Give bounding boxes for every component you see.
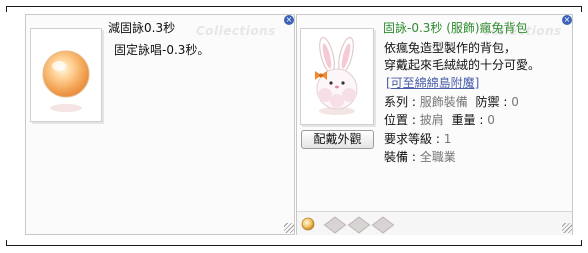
stat-level-row: 要求等級 : 1: [384, 132, 451, 147]
card-slot-2[interactable]: [347, 216, 371, 234]
preview-appearance-button[interactable]: 配戴外觀: [301, 130, 374, 149]
stat-position-label: 位置 :: [384, 113, 420, 127]
gold-orb-icon: [301, 217, 315, 231]
stat-level-label: 要求等級 :: [384, 132, 444, 146]
card-slot-3[interactable]: [371, 216, 395, 234]
right-tooltip-title: 固詠-0.3秒 (服飾)瘋兔背包: [383, 21, 528, 35]
stat-weight-label: 重量 :: [451, 113, 488, 127]
left-item-description: 固定詠唱-0.3秒。: [114, 43, 210, 57]
stat-defense-label: 防禦 :: [475, 95, 512, 109]
stat-defense-value: 0: [511, 95, 519, 109]
stat-level-value: 1: [443, 132, 452, 146]
frame-corner-bl: [6, 240, 7, 246]
left-resize-grip[interactable]: [284, 223, 294, 233]
stat-type-value: 服飾裝備: [419, 95, 468, 109]
stat-position-value: 披肩: [419, 113, 444, 127]
left-close-icon[interactable]: ×: [284, 15, 294, 25]
left-watermark: Collections: [196, 24, 276, 38]
rabbit-backpack-icon: [315, 36, 358, 115]
stat-position-row: 位置 : 披肩 重量 : 0: [384, 113, 495, 128]
enchant-link[interactable]: [可至綿綿島附魔]: [386, 76, 479, 91]
frame-corner-tr: [581, 6, 582, 12]
frame-corner-br: [581, 240, 582, 246]
left-item-image-box: [30, 28, 102, 122]
stat-type-label: 系列 :: [384, 95, 420, 109]
right-description-line-1: 依瘋兔造型製作的背包，: [384, 41, 517, 55]
stat-type-row: 系列 : 服飾裝備 防禦 : 0: [384, 95, 519, 110]
frame-bottom-line: [6, 245, 582, 246]
right-item-image-box: [300, 28, 374, 125]
stat-equip-value: 全職業: [419, 150, 456, 164]
frame-top-line: [6, 6, 582, 7]
orb-icon: [42, 50, 90, 112]
card-slot-bar: [297, 211, 572, 235]
right-resize-grip[interactable]: [562, 223, 572, 233]
right-description-line-2: 穿戴起來毛絨絨的十分可愛。: [384, 58, 541, 72]
stat-equip-row: 裝備 : 全職業: [384, 150, 456, 165]
card-slot-1[interactable]: [323, 216, 347, 234]
frame-corner-tl: [6, 6, 7, 12]
right-close-icon[interactable]: ×: [562, 15, 572, 25]
right-item-tooltip: Collections 固詠-0.3秒 (服飾)瘋兔背包 × 配戴外觀 依瘋兔造: [296, 14, 573, 235]
left-item-tooltip: Collections 減固詠0.3秒 × 固定詠唱-0.3秒。: [25, 14, 295, 235]
stat-weight-value: 0: [487, 113, 495, 127]
left-tooltip-title: 減固詠0.3秒: [108, 21, 176, 35]
stat-equip-label: 裝備 :: [384, 150, 420, 164]
